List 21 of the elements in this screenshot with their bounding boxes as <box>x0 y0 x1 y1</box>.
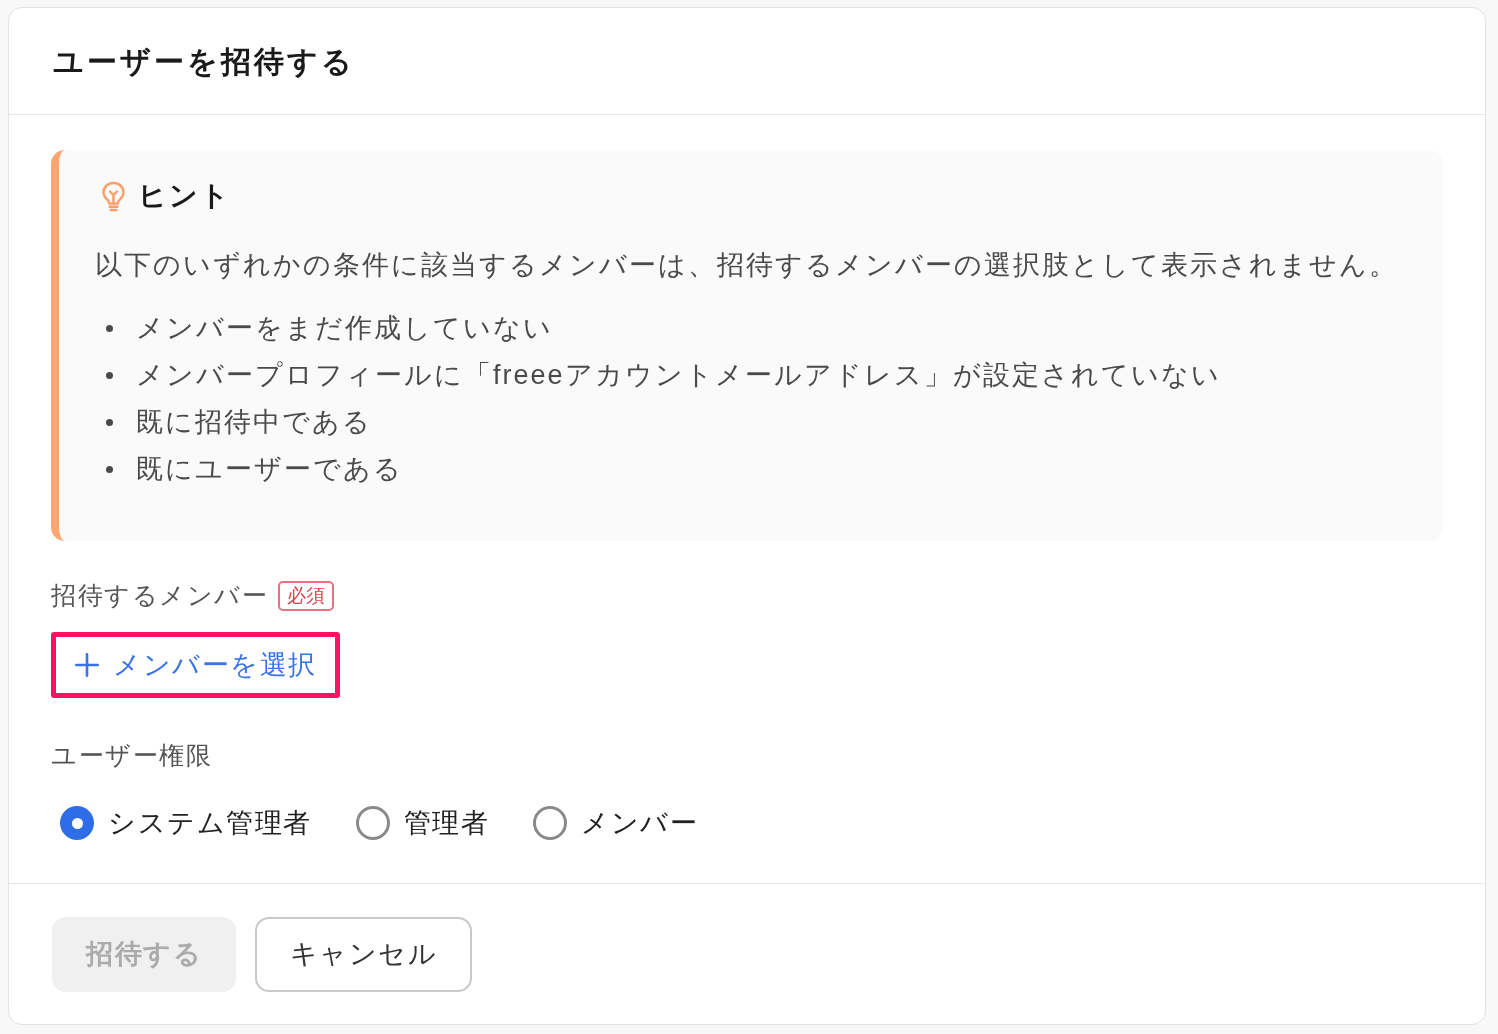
hint-message: 以下のいずれかの条件に該当するメンバーは、招待するメンバーの選択肢として表示されません。 <box>95 249 1399 282</box>
role-radio-option[interactable]: 管理者 <box>355 802 489 844</box>
cancel-button[interactable]: キャンセル <box>255 916 472 992</box>
lightbulb-icon <box>101 180 126 212</box>
bullet-icon <box>106 325 113 332</box>
hint-item: メンバープロフィールに「freeeアカウントメールアドレス」が設定されていない <box>136 359 1221 393</box>
select-member-button[interactable]: メンバーを選択 <box>51 632 340 698</box>
role-radio-option[interactable]: システム管理者 <box>60 802 312 844</box>
role-radio-option[interactable]: メンバー <box>533 802 698 844</box>
plus-icon <box>75 653 99 677</box>
bullet-icon <box>106 466 113 473</box>
hint-item: 既にユーザーである <box>136 453 403 487</box>
bullet-icon <box>106 372 113 379</box>
hint-title: ヒント <box>138 179 231 213</box>
bullet-icon <box>106 419 113 426</box>
field-label: ユーザー権限 <box>51 740 212 772</box>
required-badge: 必須 <box>278 581 334 611</box>
hint-item: メンバーをまだ作成していない <box>136 312 553 346</box>
field-label: 招待するメンバー <box>51 580 268 612</box>
hint-item: 既に招待中である <box>136 406 372 440</box>
dialog-title: ユーザーを招待する <box>53 43 355 80</box>
